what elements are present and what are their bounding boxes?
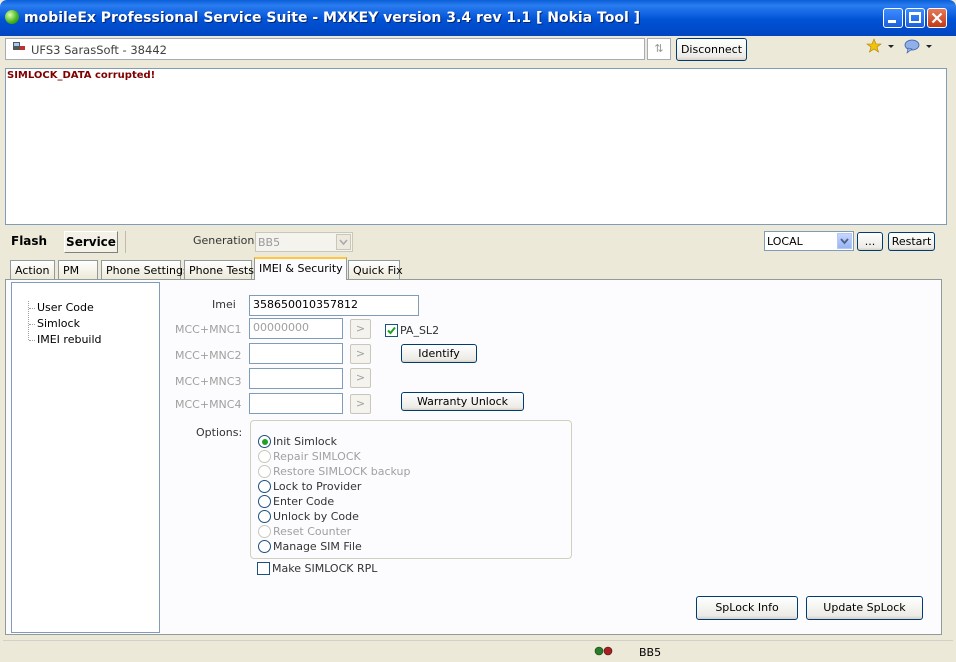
mcc3-label: MCC+MNC3 <box>175 375 242 388</box>
option-repair-simlock[interactable]: Repair SIMLOCK <box>273 450 361 463</box>
warranty-unlock-button[interactable]: Warranty Unlock <box>401 392 524 411</box>
star-icon <box>866 38 894 53</box>
mode-tab-flash[interactable]: Flash <box>11 234 47 248</box>
window-title: mobileEx Professional Service Suite - MX… <box>24 10 641 26</box>
generation-label: Generation: <box>193 234 259 247</box>
connection-status-icon <box>594 646 613 656</box>
device-icon <box>13 42 25 50</box>
tree-item-user-code[interactable]: User Code <box>37 301 94 314</box>
minimize-button[interactable] <box>883 8 903 28</box>
identify-button[interactable]: Identify <box>401 344 477 363</box>
tab-action[interactable]: Action <box>10 260 55 279</box>
favorites-menu[interactable] <box>866 38 896 54</box>
tree-item-imei-rebuild[interactable]: IMEI rebuild <box>37 333 102 346</box>
make-rpl-checkbox[interactable] <box>257 562 270 575</box>
mcc4-go-button[interactable]: > <box>350 394 371 414</box>
browse-button[interactable]: ... <box>857 232 883 251</box>
restart-button[interactable]: Restart <box>888 232 935 251</box>
speech-bubble-icon <box>904 39 932 54</box>
mcc1-field[interactable]: 00000000 <box>249 318 343 339</box>
option-init-simlock[interactable]: Init Simlock <box>273 435 337 448</box>
options-label: Options: <box>196 426 243 439</box>
radio-init-simlock[interactable] <box>258 435 271 448</box>
mcc1-label: MCC+MNC1 <box>175 323 242 336</box>
mcc4-label: MCC+MNC4 <box>175 398 242 411</box>
mcc2-label: MCC+MNC2 <box>175 349 242 362</box>
log-output[interactable] <box>5 68 947 225</box>
chevron-down-icon <box>336 234 351 250</box>
option-enter-code[interactable]: Enter Code <box>273 495 334 508</box>
divider <box>125 231 126 253</box>
radio-enter-code[interactable] <box>258 495 271 508</box>
disconnect-button[interactable]: Disconnect <box>676 38 747 61</box>
mcc2-go-button[interactable]: > <box>350 344 371 364</box>
chevron-down-icon <box>837 233 852 249</box>
location-value: LOCAL <box>767 235 803 248</box>
option-unlock-by-code[interactable]: Unlock by Code <box>273 510 359 523</box>
tree-connector <box>29 340 35 341</box>
make-rpl-label: Make SIMLOCK RPL <box>272 562 378 575</box>
tree-connector <box>28 301 29 340</box>
option-manage-sim-file[interactable]: Manage SIM File <box>273 540 362 553</box>
mcc3-go-button[interactable]: > <box>350 368 371 388</box>
tree-connector <box>29 308 35 309</box>
refresh-icon[interactable]: ⇅ <box>647 38 671 60</box>
tab-phone-settings[interactable]: Phone Settings <box>101 260 189 279</box>
radio-reset-counter[interactable] <box>258 525 271 538</box>
imei-label: Imei <box>212 298 236 311</box>
generation-value: BB5 <box>258 236 281 249</box>
mcc1-go-button[interactable]: > <box>350 319 371 339</box>
mode-tab-service[interactable]: Service <box>64 231 118 253</box>
checkmark-icon <box>387 326 396 335</box>
radio-manage-sim-file[interactable] <box>258 540 271 553</box>
radio-lock-to-provider[interactable] <box>258 480 271 493</box>
option-restore-backup[interactable]: Restore SIMLOCK backup <box>273 465 411 478</box>
splock-info-button[interactable]: SpLock Info <box>696 596 798 620</box>
pa-sl2-checkbox[interactable] <box>385 324 398 337</box>
tree-connector <box>29 324 35 325</box>
pa-sl2-label: PA_SL2 <box>400 324 440 337</box>
log-line: SIMLOCK_DATA corrupted! <box>7 70 156 81</box>
maximize-button[interactable] <box>905 8 925 28</box>
device-name: UFS3 SarasSoft - 38442 <box>31 43 167 57</box>
imei-field[interactable]: 358650010357812 <box>249 295 419 316</box>
chat-menu[interactable] <box>904 38 934 54</box>
tab-phone-tests[interactable]: Phone Tests <box>184 260 254 279</box>
radio-repair-simlock[interactable] <box>258 450 271 463</box>
mcc4-field[interactable] <box>249 393 343 414</box>
close-button[interactable] <box>927 8 947 28</box>
radio-unlock-by-code[interactable] <box>258 510 271 523</box>
tab-quick-fix[interactable]: Quick Fix <box>348 260 403 279</box>
app-icon <box>5 10 19 24</box>
update-splock-button[interactable]: Update SpLock <box>806 596 923 620</box>
close-icon <box>931 12 943 24</box>
radio-restore-backup[interactable] <box>258 465 271 478</box>
option-lock-to-provider[interactable]: Lock to Provider <box>273 480 361 493</box>
tab-imei-security[interactable]: IMEI & Security <box>254 257 347 280</box>
status-bar <box>3 640 953 661</box>
mcc2-field[interactable] <box>249 343 343 364</box>
mcc3-field[interactable] <box>249 368 343 389</box>
location-select[interactable]: LOCAL <box>764 231 854 251</box>
status-generation: BB5 <box>639 646 662 659</box>
generation-select[interactable]: BB5 <box>255 232 353 252</box>
option-reset-counter[interactable]: Reset Counter <box>273 525 351 538</box>
tree-item-simlock[interactable]: Simlock <box>37 317 80 330</box>
tab-pm[interactable]: PM <box>58 260 98 279</box>
